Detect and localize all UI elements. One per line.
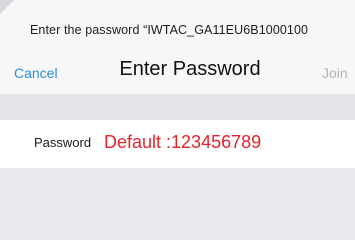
password-input[interactable]: [104, 129, 344, 155]
section-separator: [0, 94, 355, 120]
empty-content-area: [0, 168, 355, 240]
join-button[interactable]: Join: [322, 65, 348, 81]
page-corner-fold: [0, 0, 14, 14]
password-row: Password: [0, 120, 355, 168]
navigation-bar: Enter the password “IWTAC_GA11EU6B100010…: [0, 0, 355, 94]
password-label: Password: [34, 135, 92, 150]
page-title: Enter Password: [119, 58, 261, 80]
wifi-password-screen: Enter the password “IWTAC_GA11EU6B100010…: [0, 0, 355, 240]
password-prompt-text: Enter the password “IWTAC_GA11EU6B100010…: [30, 23, 309, 37]
